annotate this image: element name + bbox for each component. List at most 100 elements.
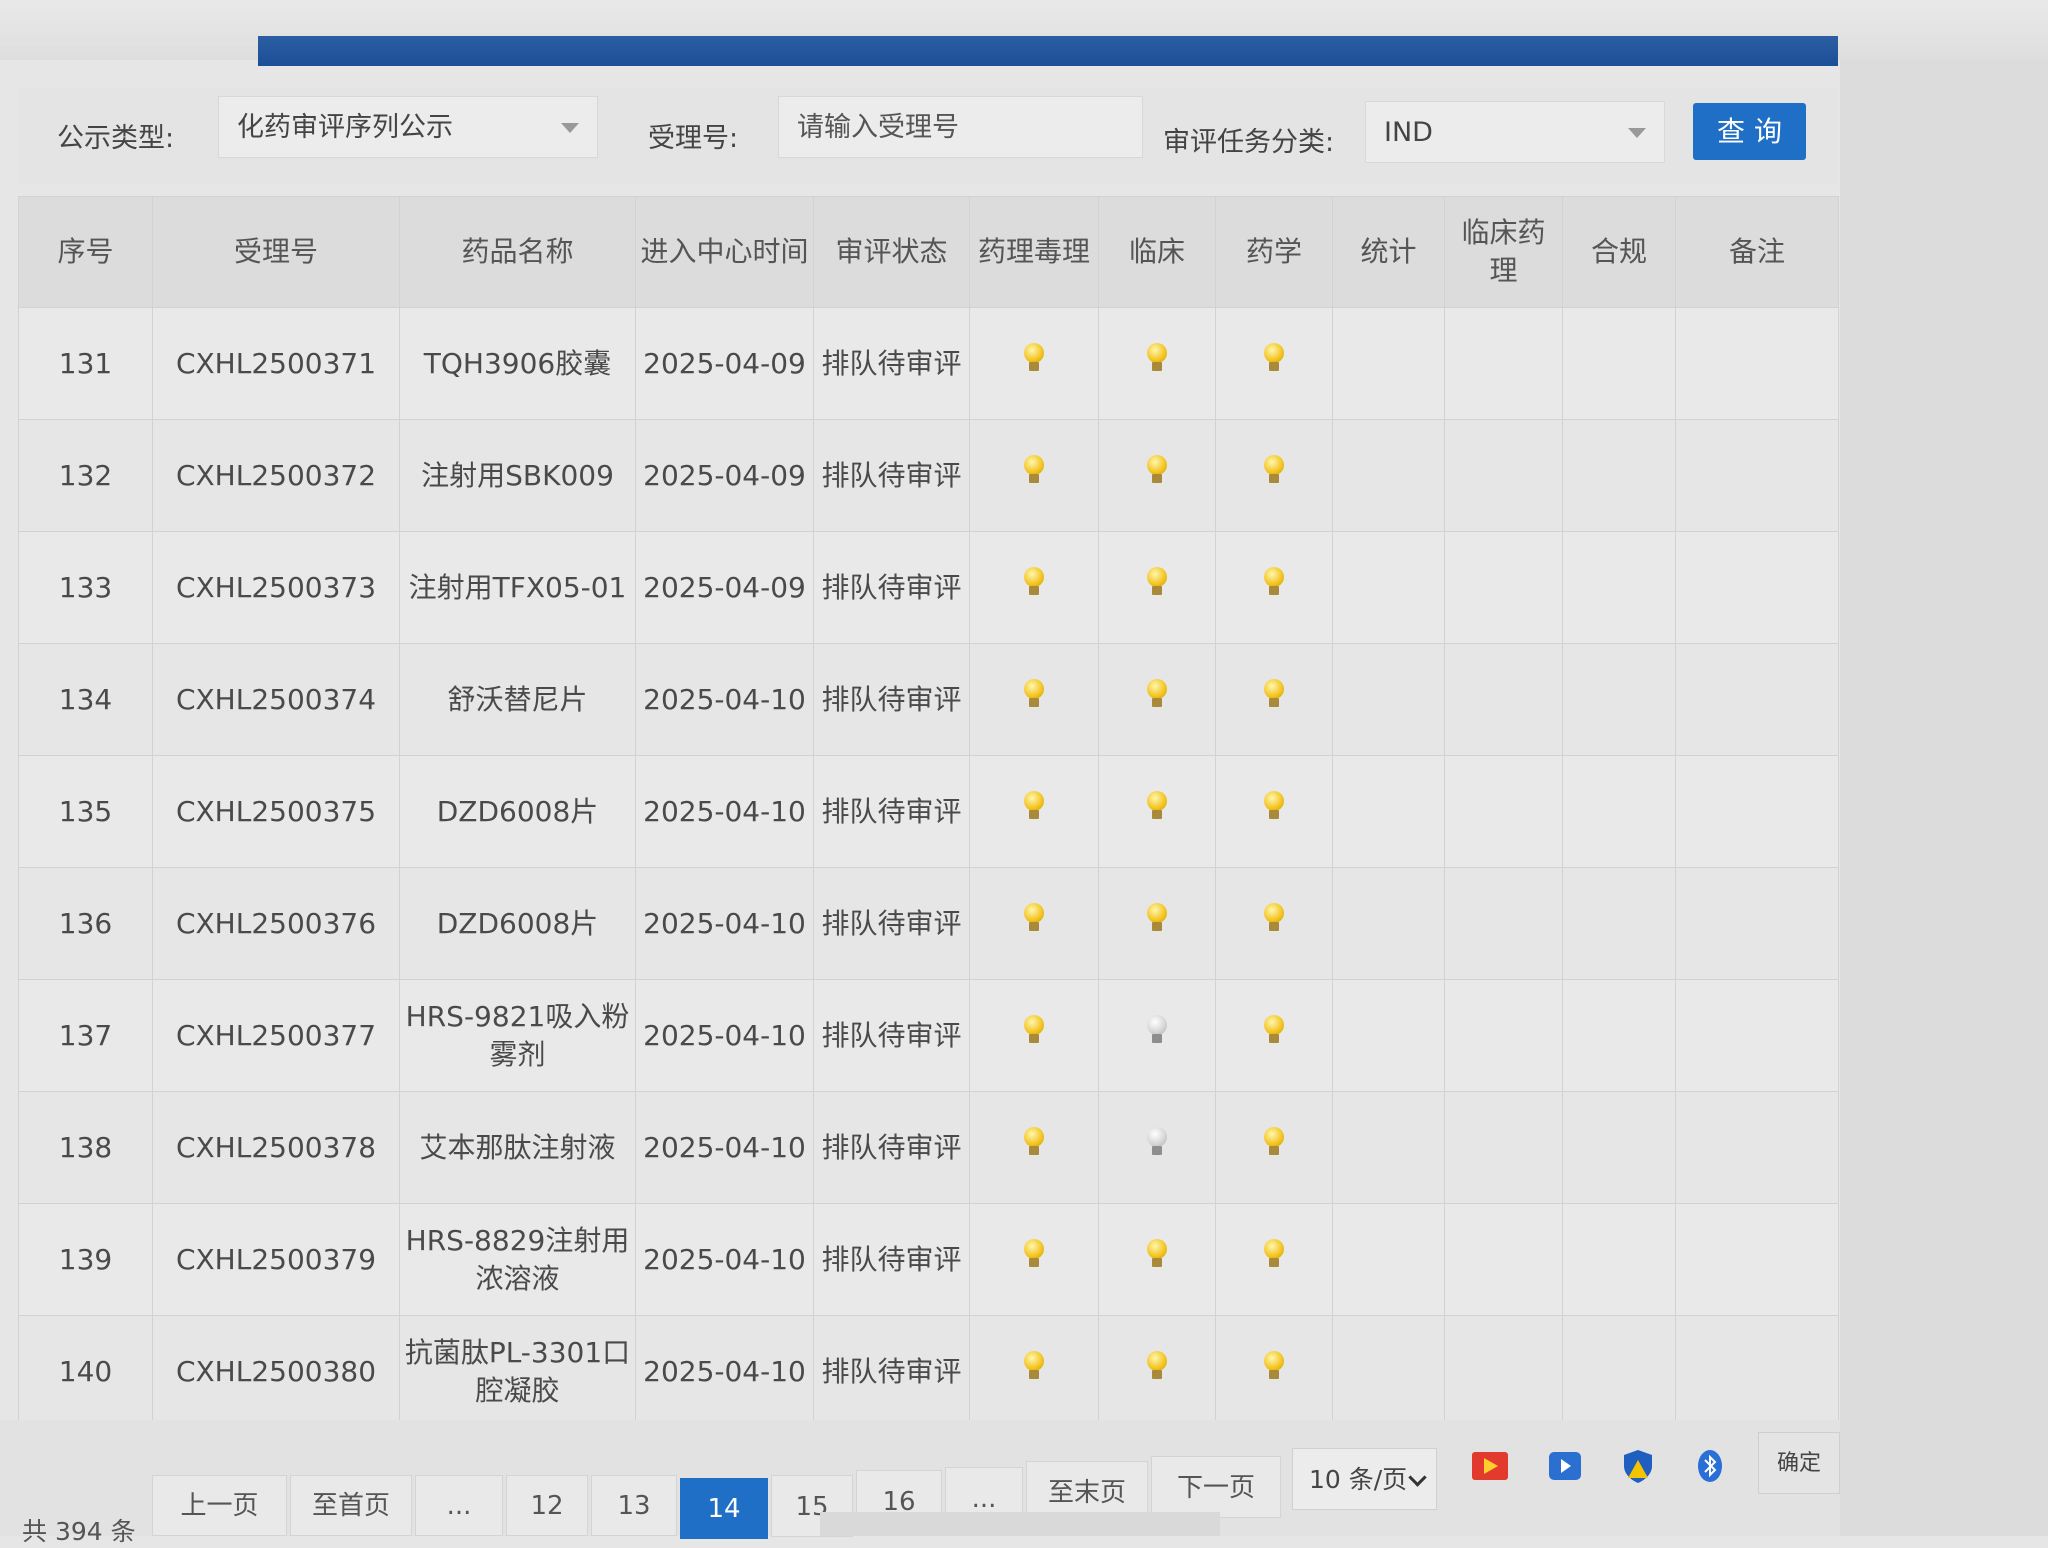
next-page-button[interactable]: 下一页 — [1151, 1456, 1281, 1518]
cell-no: 138 — [18, 1091, 153, 1204]
cell-remarks — [1675, 643, 1839, 756]
progress-track — [0, 36, 260, 46]
cell-accept-no: CXHL2500374 — [152, 643, 400, 756]
cell-clin-indicator — [1098, 867, 1216, 980]
cell-clin-pharm — [1444, 307, 1563, 420]
type-select-value: 化药审评序列公示 — [237, 112, 453, 143]
cell-entry-time: 2025-04-09 — [635, 307, 814, 420]
page-14-current[interactable]: 14 — [680, 1478, 768, 1539]
accept-input[interactable]: 请输入受理号 — [778, 96, 1143, 158]
cell-tox-indicator — [969, 643, 1099, 756]
cell-pharm-indicator — [1215, 755, 1333, 868]
lightbulb-icon — [1023, 1126, 1045, 1159]
cell-drug-name: DZD6008片 — [399, 755, 636, 868]
col-header-statistics: 统计 — [1332, 196, 1445, 308]
task-label: 审评任务分类: — [1163, 127, 1335, 158]
lightbulb-icon — [1146, 342, 1168, 375]
cell-clin-pharm — [1444, 867, 1563, 980]
cell-entry-time: 2025-04-10 — [635, 1091, 814, 1204]
lightbulb-icon — [1023, 678, 1045, 711]
col-header-accept-no: 受理号 — [152, 196, 400, 308]
cell-drug-name: 注射用SBK009 — [399, 419, 636, 532]
col-header-pharmacy: 药学 — [1215, 196, 1333, 308]
cell-tox-indicator — [969, 867, 1099, 980]
cell-statistics — [1332, 1091, 1445, 1204]
lightbulb-icon — [1146, 902, 1168, 935]
lightbulb-icon — [1146, 678, 1168, 711]
cell-no: 140 — [18, 1315, 153, 1428]
cell-compliance — [1562, 979, 1676, 1092]
page-12[interactable]: 12 — [506, 1475, 588, 1536]
cell-statistics — [1332, 531, 1445, 644]
cell-pharm-indicator — [1215, 307, 1333, 420]
results-table: 序号 受理号 药品名称 进入中心时间 审评状态 药理毒理 临床 药学 统计 临床… — [18, 196, 1839, 1428]
cell-remarks — [1675, 867, 1839, 980]
cell-tox-indicator — [969, 307, 1099, 420]
cell-entry-time: 2025-04-09 — [635, 419, 814, 532]
cell-remarks — [1675, 531, 1839, 644]
cell-accept-no: CXHL2500379 — [152, 1203, 400, 1316]
lightbulb-icon — [1263, 1126, 1285, 1159]
lightbulb-icon — [1146, 454, 1168, 487]
lightbulb-icon — [1023, 566, 1045, 599]
cell-status: 排队待审评 — [813, 867, 970, 980]
table-row: 138 CXHL2500378 艾本那肽注射液 2025-04-10 排队待审评 — [18, 1091, 1839, 1204]
col-header-toxicology: 药理毒理 — [969, 196, 1099, 308]
cell-tox-indicator — [969, 419, 1099, 532]
cell-statistics — [1332, 1203, 1445, 1316]
cell-drug-name: DZD6008片 — [399, 867, 636, 980]
col-header-entry-time: 进入中心时间 — [635, 196, 814, 308]
cell-drug-name: 注射用TFX05-01 — [399, 531, 636, 644]
cell-pharm-indicator — [1215, 1315, 1333, 1428]
cell-pharm-indicator — [1215, 1091, 1333, 1204]
page-size-value: 10 条/页 — [1309, 1465, 1408, 1494]
cell-accept-no: CXHL2500378 — [152, 1091, 400, 1204]
cell-no: 134 — [18, 643, 153, 756]
query-button[interactable]: 查 询 — [1693, 103, 1806, 160]
accept-label: 受理号: — [648, 123, 739, 154]
table-row: 135 CXHL2500375 DZD6008片 2025-04-10 排队待审评 — [18, 755, 1839, 868]
cell-no: 131 — [18, 307, 153, 420]
confirm-button[interactable]: 确定 — [1758, 1432, 1840, 1494]
cell-statistics — [1332, 1315, 1445, 1428]
prev-page-button[interactable]: 上一页 — [152, 1475, 287, 1536]
task-select-value: IND — [1384, 117, 1433, 148]
lightbulb-icon — [1023, 1238, 1045, 1271]
cell-clin-pharm — [1444, 755, 1563, 868]
cell-entry-time: 2025-04-10 — [635, 755, 814, 868]
cell-clin-indicator — [1098, 307, 1216, 420]
first-page-button[interactable]: 至首页 — [290, 1475, 412, 1536]
page-size-select[interactable]: 10 条/页 — [1292, 1448, 1437, 1510]
cell-compliance — [1562, 307, 1676, 420]
cell-status: 排队待审评 — [813, 1091, 970, 1204]
lightbulb-icon — [1146, 1014, 1168, 1047]
type-select[interactable]: 化药审评序列公示 — [218, 96, 598, 158]
cell-status: 排队待审评 — [813, 755, 970, 868]
taskbar-partial — [820, 1512, 1220, 1536]
table-row: 131 CXHL2500371 TQH3906胶囊 2025-04-09 排队待审评 — [18, 307, 1839, 420]
type-label: 公示类型: — [57, 123, 175, 154]
cell-accept-no: CXHL2500373 — [152, 531, 400, 644]
page-13[interactable]: 13 — [591, 1475, 677, 1536]
cell-clin-indicator — [1098, 755, 1216, 868]
lightbulb-icon — [1146, 1238, 1168, 1271]
app-tray-icon[interactable] — [1545, 1446, 1585, 1486]
cell-no: 133 — [18, 531, 153, 644]
cell-statistics — [1332, 307, 1445, 420]
lightbulb-icon — [1023, 454, 1045, 487]
ellipsis-left[interactable]: ... — [415, 1475, 503, 1536]
table-row: 139 CXHL2500379 HRS-8829注射用浓溶液 2025-04-10 排队… — [18, 1203, 1839, 1316]
cell-entry-time: 2025-04-10 — [635, 867, 814, 980]
lightbulb-icon — [1023, 790, 1045, 823]
media-player-icon[interactable] — [1470, 1446, 1510, 1486]
cell-statistics — [1332, 979, 1445, 1092]
cell-compliance — [1562, 419, 1676, 532]
security-shield-icon[interactable] — [1618, 1446, 1658, 1486]
cell-compliance — [1562, 867, 1676, 980]
bluetooth-icon[interactable] — [1690, 1446, 1730, 1486]
cell-remarks — [1675, 1091, 1839, 1204]
lightbulb-icon — [1263, 566, 1285, 599]
cell-pharm-indicator — [1215, 531, 1333, 644]
task-select[interactable]: IND — [1365, 101, 1665, 163]
cell-drug-name: HRS-8829注射用浓溶液 — [399, 1203, 636, 1316]
